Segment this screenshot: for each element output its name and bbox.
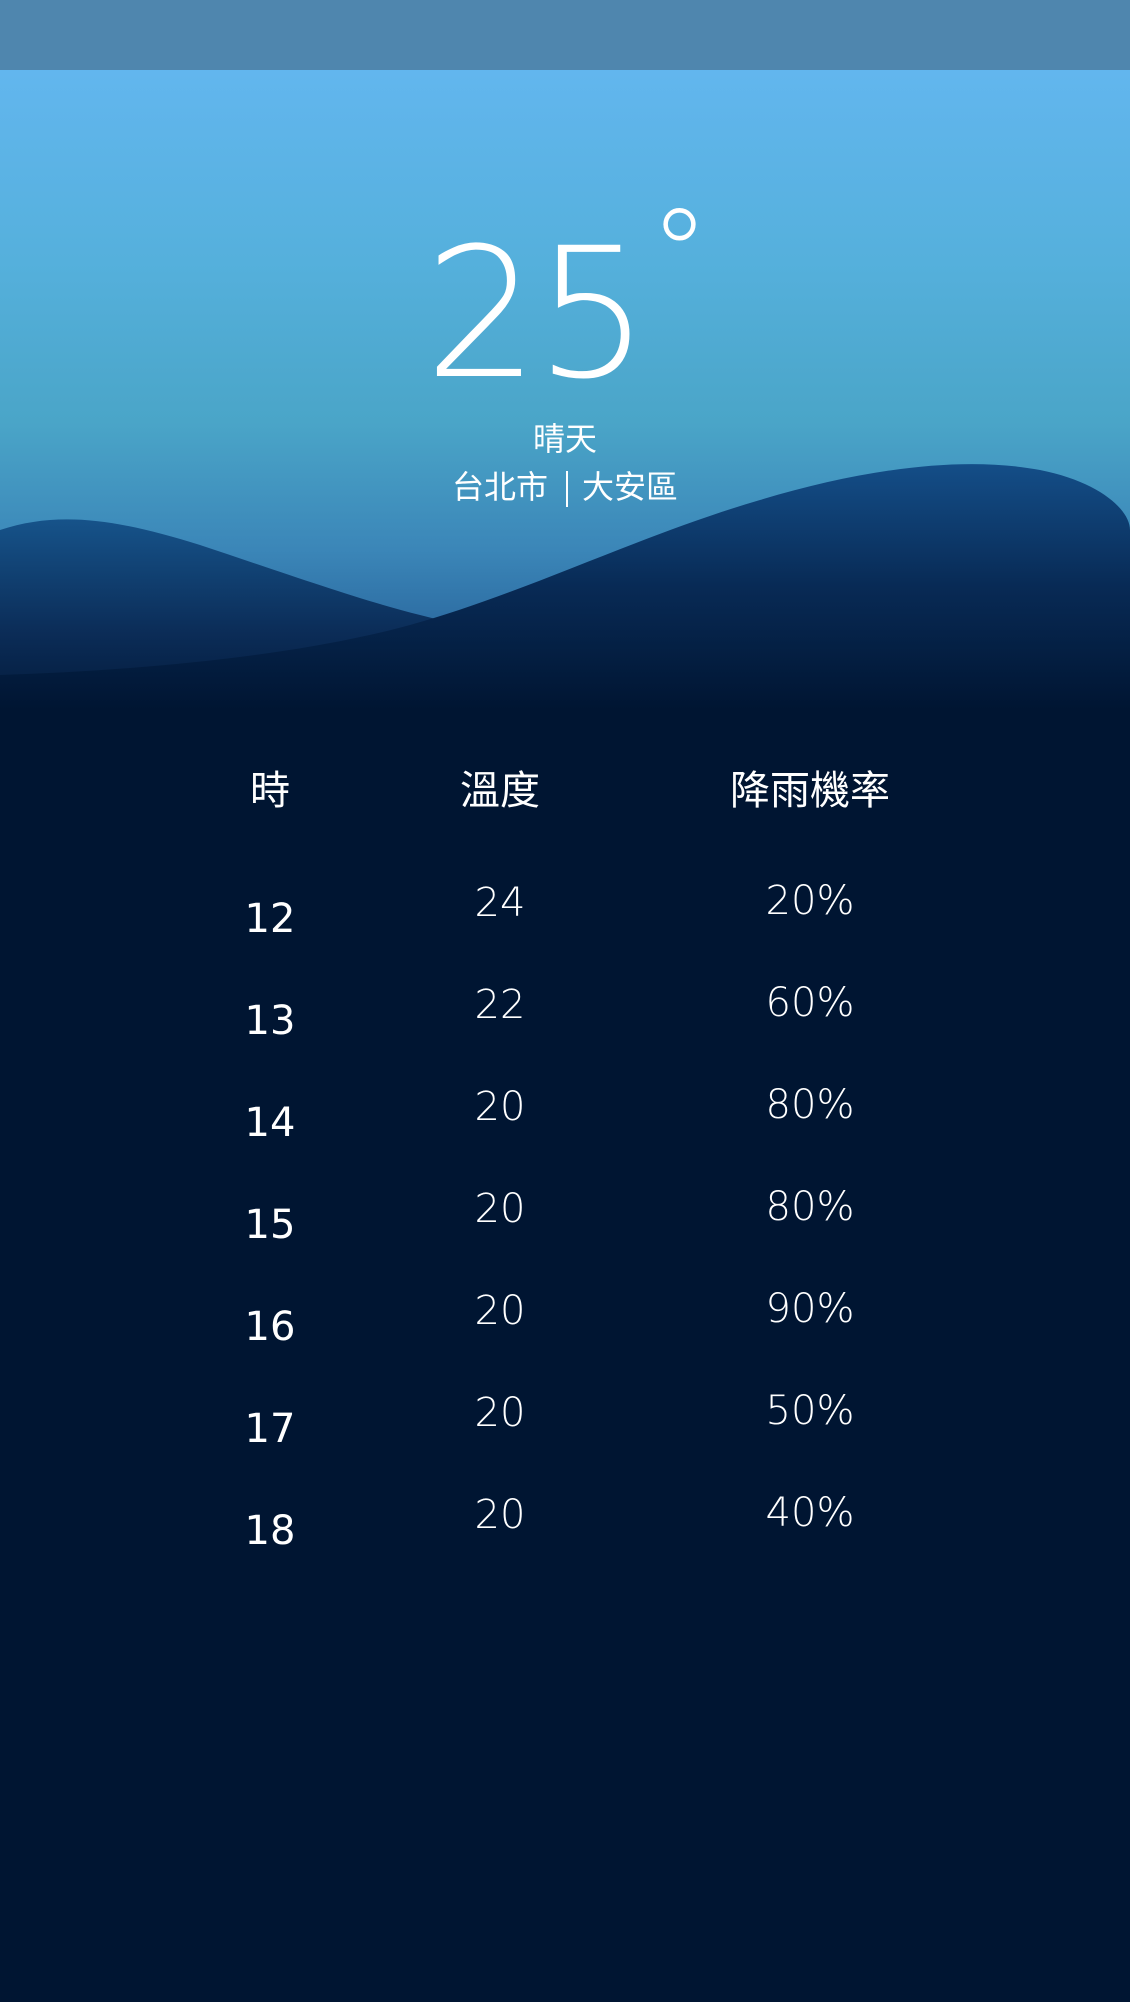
- table-row: 12 24 20%: [0, 870, 1130, 972]
- table-row: 14 20 80%: [0, 1074, 1130, 1176]
- row-rain-chance: 90%: [765, 1286, 855, 1332]
- row-hour: 16: [244, 1304, 296, 1350]
- table-row: 16 20 90%: [0, 1278, 1130, 1380]
- row-temperature: 20: [474, 1390, 526, 1436]
- table-row: 17 20 50%: [0, 1380, 1130, 1482]
- row-hour: 14: [244, 1100, 296, 1146]
- location-divider: [566, 471, 568, 507]
- location: 台北市 大安區: [0, 468, 1130, 507]
- header-temperature: 溫度: [460, 768, 540, 814]
- row-temperature: 20: [474, 1186, 526, 1232]
- current-temperature: 25°: [0, 195, 1130, 405]
- header-hour: 時: [250, 768, 290, 814]
- weather-condition: 晴天: [532, 420, 597, 458]
- row-hour: 12: [244, 896, 296, 942]
- row-rain-chance: 60%: [765, 980, 855, 1026]
- temperature-value: 25: [424, 210, 649, 419]
- row-hour: 15: [244, 1202, 296, 1248]
- row-temperature: 20: [474, 1492, 526, 1538]
- table-row: 15 20 80%: [0, 1176, 1130, 1278]
- table-header: 時 溫度 降雨機率: [0, 760, 1130, 870]
- row-rain-chance: 20%: [765, 878, 855, 924]
- row-rain-chance: 40%: [765, 1490, 855, 1536]
- district-name: 大安區: [582, 468, 679, 506]
- row-hour: 13: [244, 998, 296, 1044]
- table-row: 18 20 40%: [0, 1482, 1130, 1584]
- row-temperature: 20: [474, 1084, 526, 1130]
- status-bar: [0, 0, 1130, 70]
- row-temperature: 24: [474, 880, 526, 926]
- header-rain-chance: 降雨機率: [730, 768, 890, 814]
- row-hour: 18: [244, 1508, 296, 1554]
- degree-symbol: °: [649, 185, 710, 324]
- row-rain-chance: 80%: [765, 1082, 855, 1128]
- weather-hero: 25° 晴天 台北市 大安區: [0, 70, 1130, 710]
- row-temperature: 20: [474, 1288, 526, 1334]
- row-hour: 17: [244, 1406, 296, 1452]
- city-name: 台北市: [451, 468, 548, 506]
- hourly-forecast-table: 時 溫度 降雨機率 12 24 20% 13 22 60% 14 20 80% …: [0, 760, 1130, 1584]
- row-rain-chance: 80%: [765, 1184, 855, 1230]
- row-temperature: 22: [474, 982, 526, 1028]
- row-rain-chance: 50%: [765, 1388, 855, 1434]
- table-row: 13 22 60%: [0, 972, 1130, 1074]
